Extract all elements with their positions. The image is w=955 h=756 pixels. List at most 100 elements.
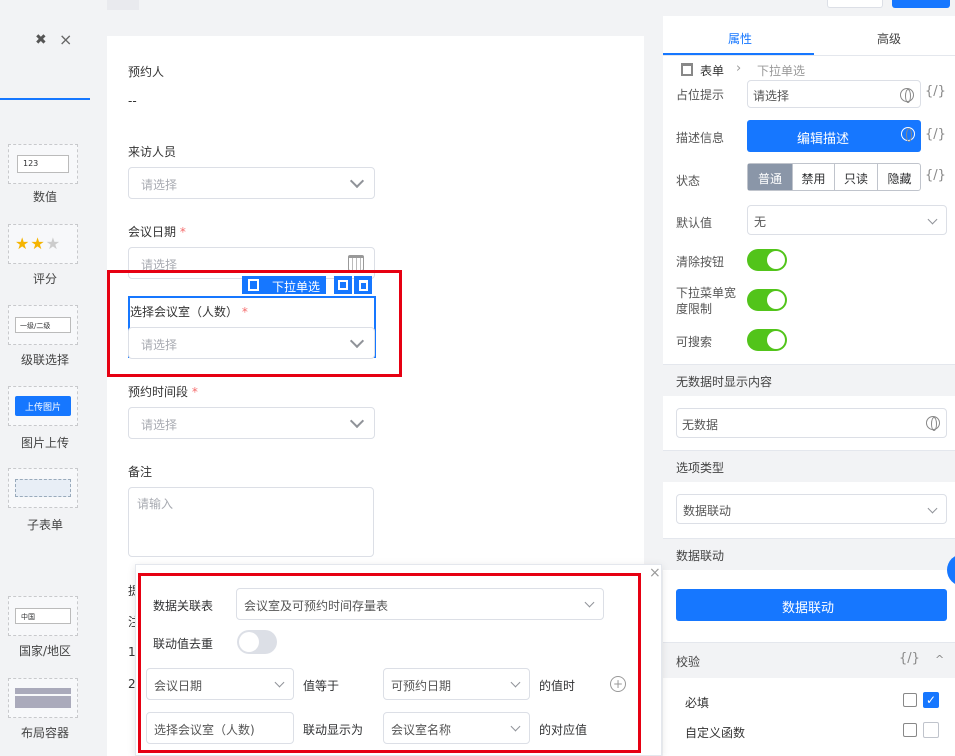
remark-textarea[interactable]: 请输入 [128,487,374,557]
required-checkbox[interactable]: ✓ [923,692,939,708]
searchable-toggle[interactable] [747,329,787,351]
empty-input[interactable]: 无数据 [676,408,947,438]
custom-fn-checkbox[interactable] [923,722,939,738]
date-label: 会议日期 * [128,225,186,239]
palette-item-upload[interactable]: 上传图片 [8,386,78,426]
placeholder-input[interactable]: 请选择 [747,80,921,108]
palette-item-country[interactable]: 中国 [8,596,78,636]
slot-placeholder: 请选择 [141,418,178,432]
fx-icon[interactable]: {/} [899,651,920,666]
component-palette: ✖ × 123 数值 ★★★ 评分 一级/二级 级联选择 上传图片 图片上传 子… [0,16,90,756]
palette-label-layout: 布局容器 [20,726,69,740]
cascader-icon: 一级/二级 [15,317,71,333]
fx-icon[interactable]: {/} [925,168,946,183]
chevron-down-icon [927,503,938,514]
tab-advanced[interactable]: 高级 [877,30,901,47]
calendar-icon [348,255,364,271]
empty-section: 无数据时显示内容 [663,364,955,396]
toolbar-tab[interactable] [107,0,139,10]
close-icon[interactable]: × [59,30,72,49]
state-segmented: 普通 禁用 只读 隐藏 [747,163,921,191]
palette-item-layout[interactable] [8,678,78,718]
fx-icon[interactable]: {/} [925,84,946,99]
fx-icon[interactable]: {/} [925,127,946,142]
palette-item-rating[interactable]: ★★★ [8,224,78,264]
palette-label-upload: 图片上传 [20,436,69,450]
palette-label-number: 数值 [32,190,57,204]
toolbar-primary-button[interactable] [892,0,950,8]
linkage-section: 数据联动 [663,538,955,570]
chevron-down-icon [927,214,938,225]
booker-value: -- [128,94,137,108]
required-label: 必填 [685,696,710,710]
palette-label-subform: 子表单 [26,518,63,532]
toolbar-secondary-button[interactable] [827,0,883,8]
breadcrumb-separator-icon: › [736,61,742,76]
option-type-select[interactable]: 数据联动 [676,494,947,524]
edit-desc-label: 编辑描述 [797,132,850,147]
desc-label: 描述信息 [676,131,725,145]
state-label: 状态 [676,174,701,188]
empty-value: 无数据 [682,418,719,432]
close-icon[interactable]: × [649,565,661,581]
top-toolbar [0,0,955,16]
state-option-hidden[interactable]: 隐藏 [877,164,921,190]
data-linkage-button[interactable]: 数据联动 [676,589,947,621]
empty-section-title: 无数据时显示内容 [676,375,773,389]
globe-icon[interactable] [901,127,915,142]
state-option-readonly[interactable]: 只读 [834,164,877,190]
state-option-disabled[interactable]: 禁用 [792,164,834,190]
subform-icon [15,479,71,497]
data-linkage-label: 数据联动 [782,601,835,616]
visitor-select[interactable]: 请选择 [128,167,375,199]
edit-icon[interactable] [903,693,917,707]
number-field-icon: 123 [17,155,69,173]
palette-divider [0,98,90,100]
country-select-icon: 中国 [15,608,71,624]
slot-select[interactable]: 请选择 [128,407,375,439]
remark-placeholder: 请输入 [137,497,174,511]
tab-divider [663,55,955,56]
placeholder-value: 请选择 [753,89,790,103]
custom-fn-label: 自定义函数 [685,726,746,740]
visitor-label: 来访人员 [128,145,177,159]
default-value: 无 [754,215,767,229]
searchable-label: 可搜索 [676,335,713,349]
tab-properties[interactable]: 属性 [728,30,752,47]
validate-section: 校验 {/} ^ [663,642,955,678]
width-limit-label: 下拉菜单宽度限制 [676,286,737,316]
palette-item-subform[interactable] [8,468,78,508]
pin-icon[interactable]: ✖ [35,32,47,48]
visitor-placeholder: 请选择 [141,178,178,192]
state-option-normal[interactable]: 普通 [748,164,792,190]
edit-icon[interactable] [903,723,917,737]
breadcrumb-form[interactable]: 表单 [700,62,724,79]
highlight-box [138,573,641,753]
remark-label: 备注 [128,465,153,479]
star-rating-icon: ★★★ [15,234,62,253]
palette-label-rating: 评分 [32,272,57,286]
globe-icon[interactable] [900,88,914,103]
linkage-section-title: 数据联动 [676,549,725,563]
palette-item-cascader[interactable]: 一级/二级 [8,305,78,345]
properties-panel: 属性 高级 表单 › 下拉单选 占位提示 请选择 {/} 描述信息 编辑描述 {… [663,16,955,756]
palette-label-cascader: 级联选择 [20,353,69,367]
chevron-down-icon [349,173,365,189]
chevron-down-icon [349,413,365,429]
palette-item-number[interactable]: 123 [8,144,78,184]
validate-section-title: 校验 [676,655,701,669]
breadcrumb-current: 下拉单选 [757,64,806,78]
upload-image-icon: 上传图片 [15,396,71,416]
default-label: 默认值 [676,216,713,230]
option-type-title: 选项类型 [676,461,725,475]
edit-desc-button[interactable]: 编辑描述 [747,120,921,152]
option-type-value: 数据联动 [683,504,732,518]
globe-icon[interactable] [926,416,940,431]
slot-label: 预约时间段 * [128,385,198,399]
clear-toggle[interactable] [747,249,787,271]
booker-label: 预约人 [128,65,165,79]
width-limit-toggle[interactable] [747,289,787,311]
default-select[interactable]: 无 [747,205,947,235]
clear-label: 清除按钮 [676,255,725,269]
chevron-up-icon[interactable]: ^ [935,653,944,666]
